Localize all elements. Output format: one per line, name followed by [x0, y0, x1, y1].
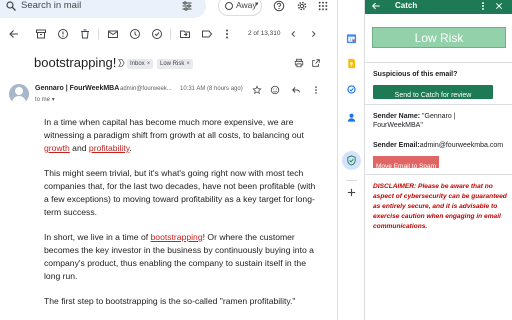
body-text: and: [69, 143, 89, 153]
panel-divider: [365, 104, 512, 105]
risk-level-label: Low Risk: [414, 31, 464, 45]
print-icon[interactable]: [294, 58, 304, 68]
snooze-icon[interactable]: [129, 28, 141, 40]
sender-email: admin@fourweek...: [120, 86, 172, 92]
sender-name-info: Sender Name: "Gennaro | FourWeekMBA": [373, 112, 507, 130]
status-away-chip[interactable]: Away ▾: [218, 0, 262, 16]
email-subject: bootstrapping!: [34, 55, 117, 70]
avatar-head: [15, 87, 23, 95]
label-chip-name: Low Risk: [160, 61, 185, 67]
move-to-spam-label: Move Email to Spam: [376, 163, 436, 170]
body-text: In short, we live in a time of: [44, 232, 151, 242]
keep-icon[interactable]: [346, 58, 357, 69]
panel-divider: [365, 62, 512, 63]
subject-row: bootstrapping! Inbox × Low Risk ×: [0, 52, 337, 74]
body-paragraph: In a time when capital has become much m…: [44, 116, 316, 155]
panel-divider: [365, 174, 512, 175]
mark-unread-icon[interactable]: [107, 28, 119, 40]
sender-email-label: Sender Email:: [373, 142, 420, 149]
report-icon[interactable]: [57, 28, 69, 40]
top-bar: Search in mail Away ▾: [0, 0, 337, 20]
chevron-down-icon: ▾: [255, 1, 259, 8]
back-arrow-icon[interactable]: [371, 1, 381, 11]
away-status-icon: [225, 2, 233, 10]
search-input[interactable]: Search in mail: [21, 0, 81, 12]
contacts-icon[interactable]: [346, 112, 357, 123]
panel-title: Catch: [395, 1, 418, 10]
chip-remove-icon[interactable]: ×: [147, 61, 151, 67]
calendar-icon[interactable]: 31: [346, 33, 357, 44]
more-vert-icon[interactable]: [480, 1, 486, 11]
body-text: In a time when capital has become much m…: [44, 117, 304, 140]
label-chip-low-risk[interactable]: Low Risk ×: [157, 59, 193, 69]
add-icon[interactable]: [346, 187, 357, 198]
more-vert-icon[interactable]: [313, 85, 319, 95]
recipient-dropdown[interactable]: to me ▾: [35, 96, 55, 103]
risk-level-badge: Low Risk: [372, 27, 506, 48]
emoji-react-icon[interactable]: [270, 85, 280, 95]
importance-marker-icon[interactable]: [118, 59, 125, 67]
more-icon[interactable]: [224, 28, 230, 40]
toolbar-divider: [170, 29, 171, 39]
search-icon[interactable]: [5, 0, 17, 12]
send-to-catch-button[interactable]: Send to Catch for review: [373, 85, 493, 99]
sender-name[interactable]: Gennaro | FourWeekMBA: [35, 85, 119, 92]
apps-icon[interactable]: [318, 1, 328, 11]
gmail-pane: Search in mail Away ▾ 2 of 13,310 bootst…: [0, 0, 337, 320]
email-body: In a time when capital has become much m…: [44, 116, 316, 320]
tasks-icon[interactable]: [346, 84, 357, 95]
side-panel-strip: 31: [337, 0, 364, 320]
catch-panel: Catch Low Risk Suspicious of this email?…: [364, 0, 512, 320]
body-link[interactable]: growth: [44, 143, 70, 153]
star-icon[interactable]: [252, 85, 262, 95]
status-label: Away: [236, 0, 257, 10]
pager-count: 2 of 13,310: [248, 30, 281, 37]
move-to-spam-button[interactable]: Move Email to Spam: [373, 156, 439, 170]
filter-icon[interactable]: [181, 0, 193, 12]
help-icon[interactable]: [273, 0, 285, 12]
open-new-window-icon[interactable]: [311, 58, 321, 68]
label-chip-inbox[interactable]: Inbox ×: [127, 59, 154, 69]
label-icon[interactable]: [201, 28, 213, 40]
toolbar-divider: [98, 29, 99, 39]
strip-divider: [346, 180, 357, 181]
prev-icon[interactable]: [289, 28, 298, 40]
chevron-down-icon: ▾: [51, 97, 55, 103]
chip-remove-icon[interactable]: ×: [186, 61, 190, 67]
body-paragraph: In short, we live in a time of bootstrap…: [44, 231, 316, 283]
next-icon[interactable]: [309, 28, 318, 40]
sender-row: Gennaro | FourWeekMBA admin@fourweek... …: [0, 84, 337, 108]
label-chip-name: Inbox: [130, 61, 145, 67]
avatar[interactable]: [9, 84, 29, 104]
archive-icon[interactable]: [35, 28, 47, 40]
suspicious-question: Suspicious of this email?: [373, 71, 458, 78]
sent-time: 10:31 AM (8 hours ago): [180, 86, 243, 92]
add-task-icon[interactable]: [151, 28, 163, 40]
recipient-label: to me: [35, 97, 51, 103]
avatar-body: [12, 96, 26, 104]
search-box[interactable]: Search in mail: [0, 0, 206, 18]
svg-text:31: 31: [349, 38, 354, 42]
back-arrow-icon[interactable]: [8, 28, 20, 40]
delete-icon[interactable]: [79, 28, 91, 40]
body-paragraph: This might seem trivial, but it's what's…: [44, 168, 316, 217]
message-toolbar: 2 of 13,310: [0, 23, 337, 45]
sender-name-label: Sender Name:: [373, 113, 421, 120]
reply-icon[interactable]: [291, 85, 301, 95]
sender-email-info: Sender Email:admin@fourweekmba.com: [373, 142, 509, 149]
sender-email-value: admin@fourweekmba.com: [419, 142, 504, 149]
body-link[interactable]: profitability: [89, 143, 129, 153]
disclaimer-text: DISCLAIMER: Please be aware that no aspe…: [373, 183, 507, 230]
close-icon[interactable]: [495, 2, 503, 10]
panel-header: Catch: [365, 0, 512, 14]
move-to-icon[interactable]: [179, 28, 191, 40]
gear-icon[interactable]: [296, 0, 308, 12]
send-to-catch-label: Send to Catch for review: [394, 92, 472, 99]
body-link[interactable]: bootstrapping: [151, 232, 203, 242]
body-text: .: [129, 143, 132, 153]
body-paragraph: The first step to bootstrapping is the s…: [44, 296, 296, 306]
catch-icon[interactable]: [346, 155, 357, 166]
